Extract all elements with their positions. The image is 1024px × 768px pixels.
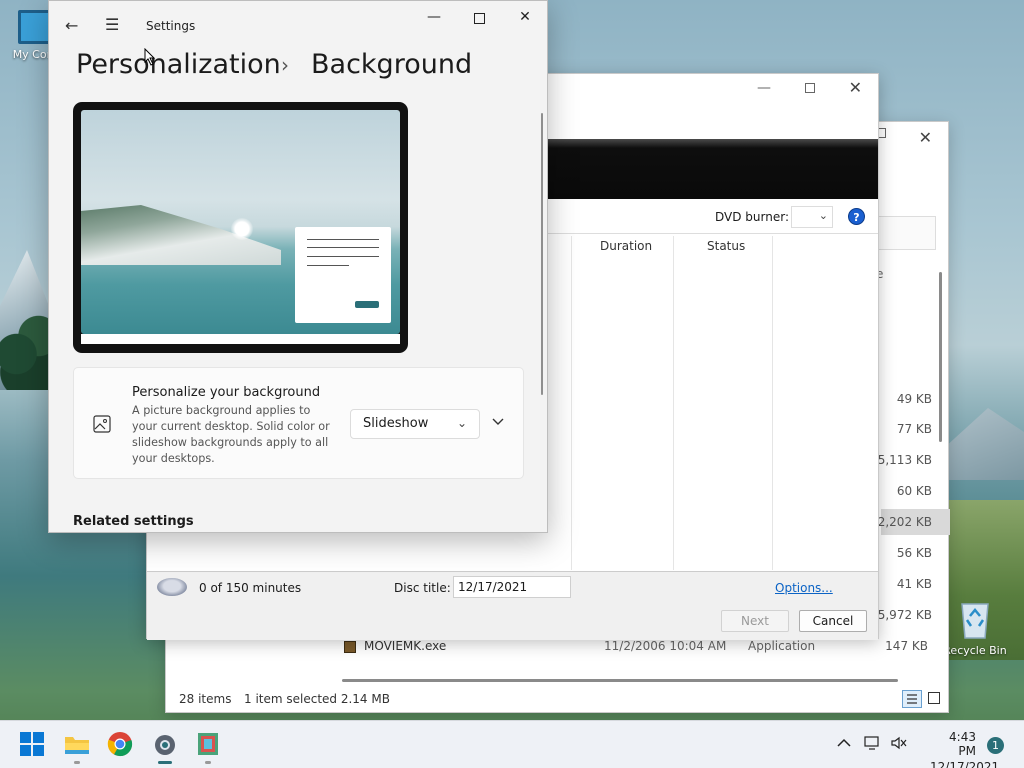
close-button[interactable]: ✕ bbox=[510, 9, 540, 29]
tiles-view-icon[interactable] bbox=[928, 692, 940, 704]
status-bar: 28 items 1 item selected 2.14 MB bbox=[166, 688, 948, 712]
background-type-dropdown[interactable]: Slideshow ⌄ bbox=[350, 409, 480, 439]
details-view-icon[interactable] bbox=[902, 690, 922, 708]
movie-maker-taskbar-button[interactable] bbox=[195, 731, 223, 759]
breadcrumb-parent[interactable]: Personalization bbox=[76, 49, 281, 80]
column-header-status[interactable]: Status bbox=[707, 239, 745, 263]
minutes-used: 0 of 150 minutes bbox=[199, 581, 302, 595]
disc-title-input[interactable]: 12/17/2021 bbox=[453, 576, 571, 598]
chrome-icon bbox=[107, 732, 133, 757]
disc-title-label: Disc title: bbox=[394, 581, 451, 595]
column-divider bbox=[673, 236, 674, 570]
preview-line bbox=[307, 247, 379, 248]
related-settings-heading: Related settings bbox=[73, 514, 194, 529]
cancel-button[interactable]: Cancel bbox=[799, 610, 867, 632]
file-size: 56 KB bbox=[896, 546, 932, 560]
preview-line bbox=[307, 265, 349, 266]
minimize-button[interactable]: — bbox=[419, 9, 449, 29]
column-divider bbox=[772, 236, 773, 570]
file-size: 147 KB bbox=[885, 639, 928, 653]
notification-badge[interactable]: 1 bbox=[987, 737, 1004, 754]
file-size: 2,202 KB bbox=[877, 515, 932, 529]
network-icon[interactable] bbox=[864, 735, 882, 754]
personalize-background-card[interactable]: Personalize your background A picture ba… bbox=[73, 367, 524, 479]
file-size: 49 KB bbox=[896, 392, 932, 406]
clock-time: 4:43 PM bbox=[949, 730, 976, 758]
file-name: MOVIEMK.exe bbox=[364, 639, 447, 653]
windows-logo-icon bbox=[20, 732, 44, 756]
close-button[interactable]: ✕ bbox=[919, 128, 932, 147]
desktop-icon-recycle-bin[interactable]: Recycle Bin bbox=[940, 598, 1010, 657]
preview-taskbar bbox=[81, 334, 400, 344]
movie-maker-icon bbox=[198, 733, 218, 755]
preview-button bbox=[355, 301, 379, 308]
vertical-scrollbar[interactable] bbox=[541, 113, 543, 395]
settings-taskbar-button[interactable] bbox=[151, 731, 179, 759]
preview-sun bbox=[231, 218, 253, 240]
chevron-right-icon: › bbox=[281, 53, 289, 77]
chevron-down-icon: ⌄ bbox=[456, 416, 467, 430]
maximize-button[interactable] bbox=[805, 83, 815, 93]
running-indicator bbox=[74, 761, 80, 764]
maximize-button[interactable] bbox=[464, 9, 494, 29]
clock-date: 12/17/2021 bbox=[930, 760, 1000, 768]
horizontal-scrollbar[interactable] bbox=[342, 679, 898, 682]
page-title: Background bbox=[311, 49, 473, 80]
file-explorer-taskbar-button[interactable] bbox=[63, 731, 91, 759]
preview-line bbox=[307, 256, 379, 257]
card-title: Personalize your background bbox=[132, 385, 321, 400]
desktop-icon-label: Recycle Bin bbox=[943, 644, 1007, 657]
card-description: A picture background applies to your cur… bbox=[132, 404, 330, 465]
taskbar: 4:43 PM 12/17/2021 1 bbox=[0, 720, 1024, 768]
help-icon[interactable]: ? bbox=[848, 208, 865, 225]
dropdown-value: Slideshow bbox=[363, 416, 429, 431]
chrome-taskbar-button[interactable] bbox=[107, 731, 135, 759]
running-indicator bbox=[205, 761, 211, 764]
active-indicator bbox=[158, 761, 172, 764]
file-size: 77 KB bbox=[896, 422, 932, 436]
item-count: 28 items bbox=[179, 692, 232, 706]
column-header-duration[interactable]: Duration bbox=[600, 239, 652, 263]
recycle-bin-icon bbox=[958, 598, 992, 640]
chevron-up-icon[interactable] bbox=[837, 737, 851, 751]
preview-window bbox=[295, 227, 391, 323]
desktop-wallpaper-hill bbox=[944, 408, 1024, 480]
file-type: Application bbox=[748, 639, 816, 653]
desktop-wallpaper-trees bbox=[0, 300, 55, 390]
file-date: 11/2/2006 10:04 AM bbox=[604, 639, 727, 653]
mouse-cursor-icon bbox=[144, 47, 156, 69]
file-size: 60 KB bbox=[896, 484, 932, 498]
close-button[interactable]: ✕ bbox=[849, 78, 862, 97]
file-size: 15,972 KB bbox=[870, 608, 932, 622]
hamburger-menu-icon[interactable]: ☰ bbox=[105, 15, 119, 34]
footer-panel: 0 of 150 minutes Disc title: 12/17/2021 … bbox=[147, 571, 878, 640]
volume-muted-icon[interactable] bbox=[890, 735, 908, 754]
folder-icon bbox=[65, 737, 89, 754]
back-arrow-icon[interactable]: ← bbox=[65, 16, 78, 35]
minimize-button[interactable]: — bbox=[757, 80, 771, 96]
background-preview bbox=[73, 102, 408, 353]
file-size: 41 KB bbox=[896, 577, 932, 591]
column-divider bbox=[571, 236, 572, 570]
vertical-scrollbar[interactable] bbox=[939, 272, 942, 442]
next-button[interactable]: Next bbox=[721, 610, 789, 632]
chevron-down-icon: ⌄ bbox=[818, 209, 828, 222]
expand-chevron-icon[interactable] bbox=[492, 415, 504, 429]
image-icon bbox=[93, 415, 111, 436]
dvd-burner-label: DVD burner: bbox=[715, 210, 789, 224]
exe-file-icon bbox=[344, 641, 356, 653]
window-title: Settings bbox=[146, 19, 196, 33]
selection-info: 1 item selected 2.14 MB bbox=[244, 692, 390, 706]
start-button[interactable] bbox=[19, 731, 47, 759]
gear-icon bbox=[155, 735, 175, 755]
maximize-icon bbox=[473, 13, 485, 24]
dvd-burner-select[interactable]: ⌄ bbox=[791, 206, 833, 228]
settings-window[interactable]: ← ☰ Settings — ✕ Personalization › Backg… bbox=[48, 0, 548, 533]
options-link[interactable]: Options... bbox=[775, 581, 833, 595]
preview-line bbox=[307, 239, 379, 240]
file-size: 5,113 KB bbox=[877, 453, 932, 467]
disc-icon bbox=[157, 578, 187, 596]
clock[interactable]: 4:43 PM 12/17/2021 bbox=[930, 730, 1000, 768]
